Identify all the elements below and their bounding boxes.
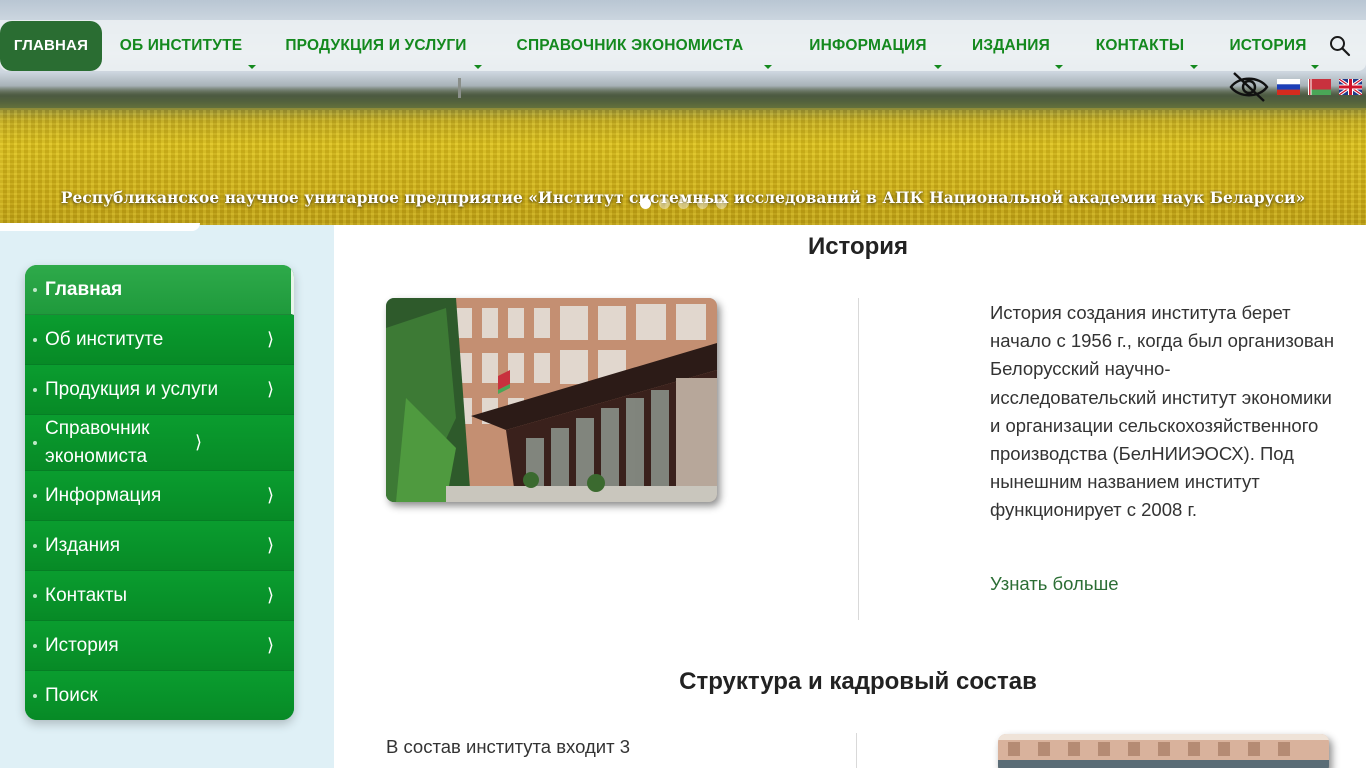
nav-item-home[interactable]: ГЛАВНАЯ xyxy=(0,20,102,71)
sidebar-item-publications[interactable]: Издания ⟩ xyxy=(25,521,294,571)
sidebar-item-history[interactable]: История ⟩ xyxy=(25,621,294,671)
structure-photo xyxy=(998,734,1329,768)
nav-item-about[interactable]: ОБ ИНСТИТУТЕ xyxy=(102,20,260,71)
nav-item-contacts[interactable]: КОНТАКТЫ xyxy=(1054,20,1226,71)
slider-dot-3[interactable] xyxy=(678,198,689,209)
sidebar-item-economist-guide[interactable]: Справочник экономиста ⟩ xyxy=(25,415,294,471)
eye-slash-icon[interactable] xyxy=(1229,72,1269,102)
sidebar-item-label: Продукция и услуги xyxy=(45,378,219,400)
bullet-icon xyxy=(33,643,37,648)
flag-ru-icon[interactable] xyxy=(1277,79,1300,95)
chevron-right-icon: ⟩ xyxy=(266,329,274,349)
sidebar-item-about[interactable]: Об институте ⟩ xyxy=(25,315,294,365)
sidebar-item-products[interactable]: Продукция и услуги ⟩ xyxy=(25,365,294,415)
nav-item-contacts-label: КОНТАКТЫ xyxy=(1095,36,1185,54)
nav-item-information[interactable]: ИНФОРМАЦИЯ xyxy=(768,20,968,71)
bullet-icon xyxy=(33,693,37,698)
chevron-right-icon: ⟩ xyxy=(195,432,203,452)
chevron-right-icon: ⟩ xyxy=(266,535,274,555)
sidebar-item-label: Об институте xyxy=(45,328,164,350)
chevron-down-icon xyxy=(474,65,482,69)
chevron-down-icon xyxy=(248,65,256,69)
flag-en-icon[interactable] xyxy=(1339,79,1362,95)
history-title: История xyxy=(807,233,909,260)
sidebar-item-home[interactable]: Главная xyxy=(25,265,294,315)
history-description: История создания института берет начало … xyxy=(990,302,1335,521)
sidebar-item-search[interactable]: Поиск xyxy=(25,671,294,720)
sidebar-item-contacts[interactable]: Контакты ⟩ xyxy=(25,571,294,621)
sidebar-item-label: Контакты xyxy=(45,584,128,606)
structure-title: Структура и кадровый состав xyxy=(679,668,1037,695)
sidebar-item-information[interactable]: Информация ⟩ xyxy=(25,471,294,521)
nav-item-history-label: ИСТОРИЯ xyxy=(1229,36,1307,54)
hero-chimney xyxy=(458,78,461,98)
slider-dot-1[interactable] xyxy=(640,198,651,209)
content-divider xyxy=(858,298,859,620)
bullet-icon xyxy=(33,287,37,292)
structure-description: В состав института входит 3 xyxy=(386,736,631,757)
nav-item-products[interactable]: ПРОДУКЦИЯ И УСЛУГИ xyxy=(260,20,492,71)
sidebar-menu: Главная Об институте ⟩ Продукция и услуг… xyxy=(25,265,294,720)
sidebar-item-label: История xyxy=(45,634,119,656)
institute-building-photo xyxy=(386,298,717,502)
flag-by-icon[interactable] xyxy=(1308,79,1331,95)
sidebar-item-label: Издания xyxy=(45,534,120,556)
chevron-down-icon xyxy=(1190,65,1198,69)
nav-item-economist-guide[interactable]: СПРАВОЧНИК ЭКОНОМИСТА xyxy=(492,20,772,71)
slider-dot-5[interactable] xyxy=(716,198,727,209)
slider-dot-4[interactable] xyxy=(697,198,708,209)
search-icon[interactable] xyxy=(1328,34,1352,58)
sidebar-item-label: Поиск xyxy=(45,684,98,706)
content-divider xyxy=(856,733,857,768)
bullet-icon xyxy=(33,493,37,498)
nav-item-economist-guide-label: СПРАВОЧНИК ЭКОНОМИСТА xyxy=(516,36,744,54)
slider-dots xyxy=(640,198,727,209)
chevron-right-icon: ⟩ xyxy=(266,485,274,505)
nav-item-about-label: ОБ ИНСТИТУТЕ xyxy=(119,36,243,54)
chevron-right-icon: ⟩ xyxy=(266,635,274,655)
chevron-down-icon xyxy=(934,65,942,69)
bullet-icon xyxy=(33,387,37,392)
learn-more-link[interactable]: Узнать больше xyxy=(990,573,1119,595)
nav-item-products-label: ПРОДУКЦИЯ И УСЛУГИ xyxy=(285,36,467,54)
bullet-icon xyxy=(33,593,37,598)
sidebar-item-label: Информация xyxy=(45,484,162,506)
bullet-icon xyxy=(33,543,37,548)
chevron-down-icon xyxy=(1311,65,1319,69)
utility-bar xyxy=(1229,72,1362,102)
sidebar-item-label: Главная xyxy=(45,278,123,300)
nav-item-publications-label: ИЗДАНИЯ xyxy=(972,36,1050,54)
slider-dot-2[interactable] xyxy=(659,198,670,209)
main-content: История История создания института берет… xyxy=(334,225,1366,768)
chevron-right-icon: ⟩ xyxy=(266,379,274,399)
nav-item-information-label: ИНФОРМАЦИЯ xyxy=(809,36,927,54)
bullet-icon xyxy=(33,337,37,342)
bullet-icon xyxy=(33,440,37,445)
nav-item-history[interactable]: ИСТОРИЯ xyxy=(1226,20,1319,71)
chevron-right-icon: ⟩ xyxy=(266,585,274,605)
hero-treeline xyxy=(0,86,1366,108)
top-navigation: ГЛАВНАЯ ОБ ИНСТИТУТЕ ПРОДУКЦИЯ И УСЛУГИ … xyxy=(0,20,1366,71)
nav-item-publications[interactable]: ИЗДАНИЯ xyxy=(968,20,1063,71)
sidebar-item-label: Справочник экономиста xyxy=(45,417,150,467)
